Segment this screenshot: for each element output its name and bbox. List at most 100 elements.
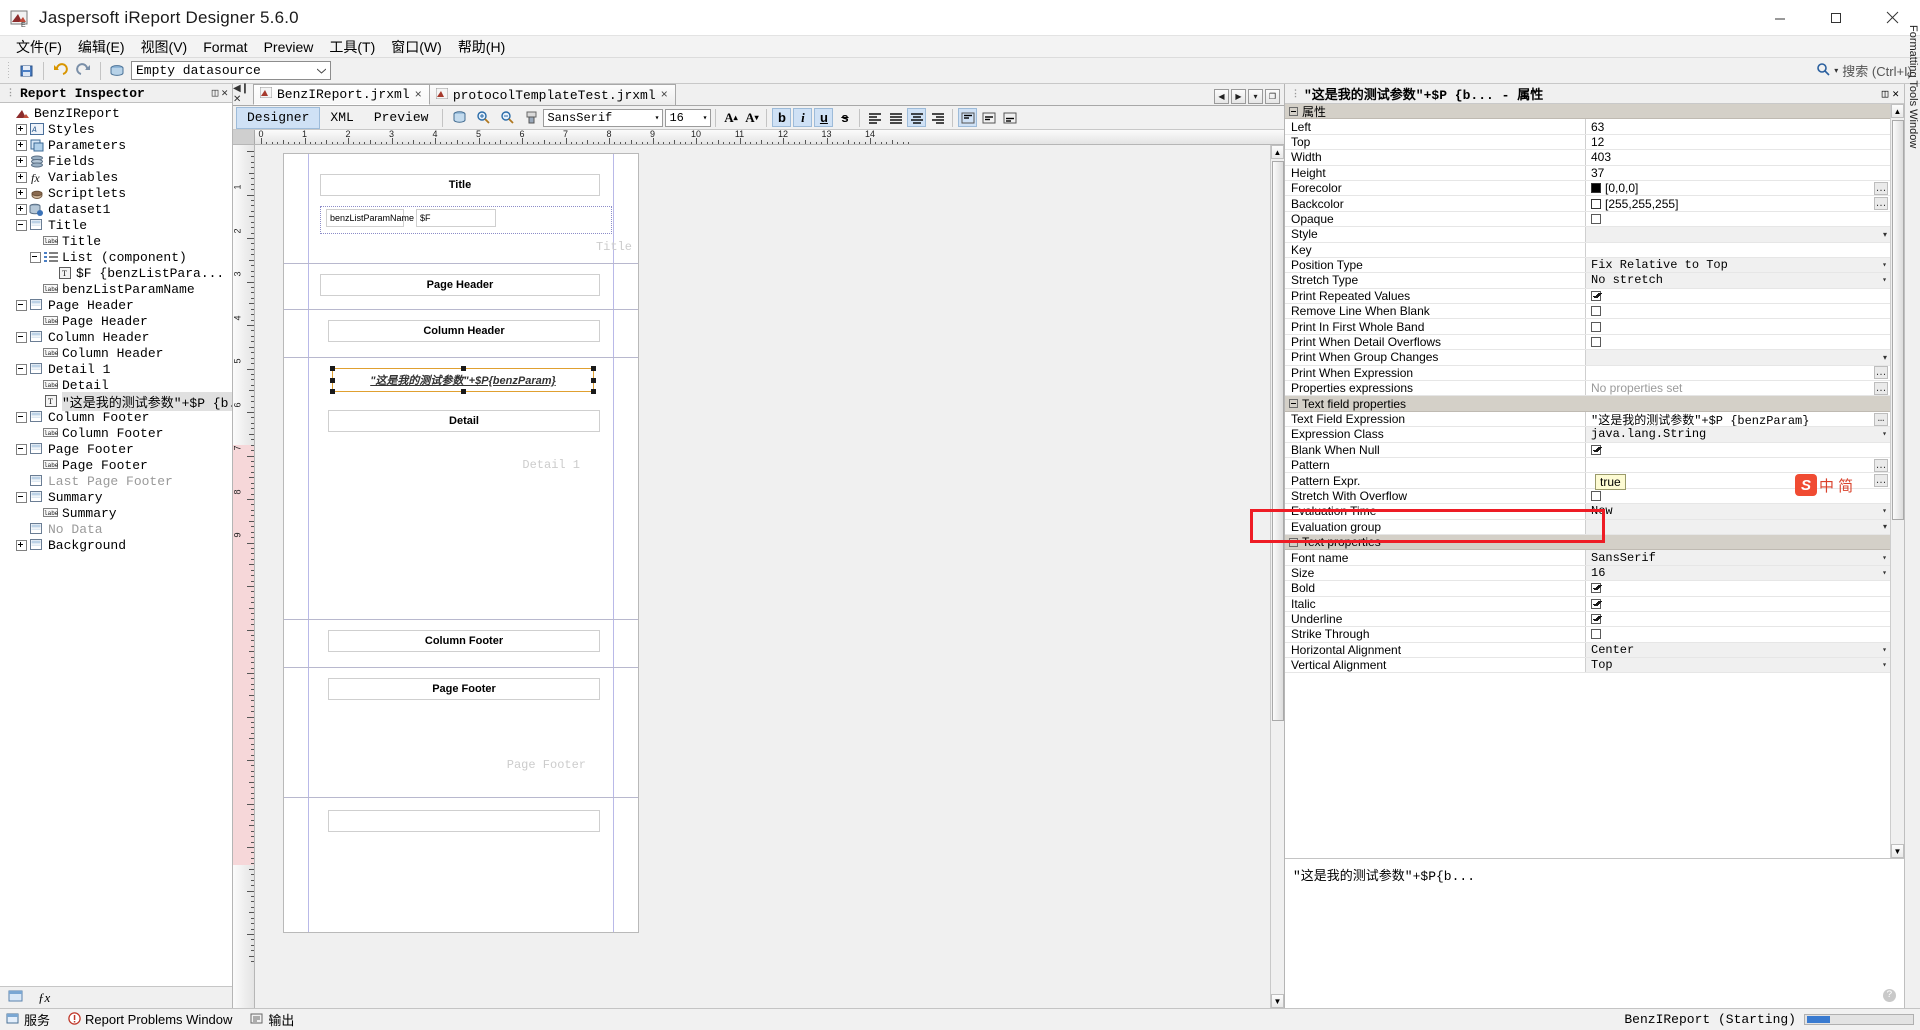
property-value[interactable]: … [1585, 457, 1890, 473]
status-services[interactable]: 服务 [6, 1010, 50, 1029]
element-column-header-label[interactable]: Column Header [328, 320, 600, 342]
search-box[interactable]: ▾ 搜索 (Ctrl+I) [1816, 61, 1912, 80]
property-row[interactable]: Opaque [1285, 211, 1890, 228]
tree-node[interactable]: Column Header [0, 329, 232, 345]
report-page[interactable]: Title Title benzListParamName $F Page He… [283, 153, 639, 933]
checkbox-unchecked-icon[interactable] [1591, 490, 1601, 501]
property-group-header[interactable]: Text properties [1285, 534, 1890, 551]
property-row[interactable]: Text Field Expression "这是我的测试参数"+$P {benz… [1285, 411, 1890, 428]
search-dropdown-icon[interactable]: ▾ [1834, 66, 1838, 75]
open-editor-button[interactable]: … [1874, 181, 1888, 195]
property-row[interactable]: Vertical Alignment Top ▾ [1285, 658, 1890, 674]
italic-icon[interactable]: i [793, 108, 813, 127]
property-value[interactable]: Center ▾ [1585, 642, 1890, 658]
checkbox-unchecked-icon[interactable] [1591, 306, 1601, 317]
ime-indicator[interactable]: S 中 简 [1795, 474, 1853, 496]
property-row[interactable]: Underline [1285, 611, 1890, 628]
panel-grip[interactable]: ⋮ [6, 88, 16, 98]
resize-handle-ne[interactable] [591, 366, 596, 371]
canvas-vertical-scrollbar[interactable]: ▲ ▼ [1270, 145, 1284, 1008]
element-detail-textfield-selected[interactable]: "这是我的测试参数"+$P{benzParam} [330, 366, 596, 394]
valign-bottom-icon[interactable] [1000, 108, 1019, 127]
chevron-down-icon[interactable]: ▾ [1882, 429, 1887, 439]
element-benzlistparamname-label[interactable]: benzListParamName [326, 209, 414, 227]
tree-node[interactable]: A Styles [0, 121, 232, 137]
property-row[interactable]: Size 16 ▾ [1285, 565, 1890, 582]
expand-icon[interactable] [16, 203, 27, 215]
resize-handle-se[interactable] [591, 389, 596, 394]
close-panel-icon[interactable]: ✕ [221, 86, 228, 100]
property-row[interactable]: Print When Detail Overflows [1285, 334, 1890, 351]
property-value[interactable] [1585, 319, 1890, 334]
collapse-icon[interactable] [16, 331, 27, 343]
band-column-footer[interactable]: Column Footer Column Footer [284, 620, 638, 668]
tab-preview[interactable]: Preview [364, 107, 439, 129]
chevron-down-icon[interactable]: ▾ [1882, 568, 1887, 578]
property-value[interactable]: java.lang.String ▾ [1585, 427, 1890, 442]
chevron-down-icon[interactable]: ▾ [1882, 506, 1887, 516]
tab-xml[interactable]: XML [320, 107, 363, 129]
minimize-properties-icon[interactable]: ◫ [1882, 87, 1889, 101]
property-row[interactable]: Font name SansSerif ▾ [1285, 550, 1890, 566]
band-detail-1[interactable]: Detail 1 "这是我的测试参数"+$P{benzParam} Detail [284, 358, 638, 620]
properties-scrollbar[interactable]: ▲ ▼ [1890, 104, 1904, 858]
checkbox-unchecked-icon[interactable] [1591, 629, 1601, 640]
zoom-in-icon[interactable] [472, 107, 494, 129]
color-swatch[interactable] [1591, 198, 1601, 209]
strikethrough-icon[interactable]: s [835, 108, 854, 127]
property-value[interactable]: ▾ [1585, 519, 1890, 534]
undo-icon[interactable] [49, 60, 71, 82]
property-value[interactable]: Now ▾ [1585, 504, 1890, 519]
search-input[interactable]: 搜索 (Ctrl+I) [1842, 61, 1912, 80]
property-row[interactable]: Height 37 [1285, 165, 1890, 181]
property-row[interactable]: Top 12 [1285, 134, 1890, 151]
property-value[interactable]: Top ▾ [1585, 658, 1890, 673]
datasource-combo[interactable]: Empty datasource [131, 61, 331, 80]
property-value[interactable]: ▾ [1585, 350, 1890, 365]
props-scroll-thumb[interactable] [1892, 120, 1904, 520]
props-scroll-down-icon[interactable]: ▼ [1891, 844, 1904, 858]
tree-node[interactable]: Parameters [0, 137, 232, 153]
format-painter-icon[interactable] [520, 107, 542, 129]
menu-file[interactable]: 文件(F) [8, 36, 70, 58]
collapse-icon[interactable] [16, 411, 27, 423]
checkbox-checked-icon[interactable] [1591, 598, 1601, 609]
property-value[interactable]: 403 [1585, 150, 1890, 165]
property-row[interactable]: Stretch Type No stretch ▾ [1285, 273, 1890, 289]
expand-icon[interactable] [16, 539, 27, 551]
element-title-label[interactable]: Title [320, 174, 600, 196]
tree-node[interactable]: BenzIReport [0, 105, 232, 121]
menu-preview[interactable]: Preview [256, 38, 322, 56]
property-row[interactable]: Properties expressions No properties set… [1285, 381, 1890, 397]
band-summary[interactable] [284, 798, 638, 838]
element-detail-label[interactable]: Detail [328, 410, 600, 432]
property-value[interactable] [1585, 211, 1890, 227]
increase-font-icon[interactable]: A ▴ [721, 108, 740, 127]
expand-icon[interactable] [16, 171, 27, 183]
design-canvas[interactable]: Title Title benzListParamName $F Page He… [255, 145, 1270, 1008]
tab-protocoltemplatetest[interactable]: protocolTemplateTest.jrxml × [428, 84, 676, 105]
property-row[interactable]: Bold [1285, 581, 1890, 597]
property-row[interactable]: Strike Through [1285, 627, 1890, 643]
checkbox-unchecked-icon[interactable] [1591, 321, 1601, 332]
property-value[interactable] [1585, 596, 1890, 611]
tree-node[interactable]: fx Variables [0, 169, 232, 185]
property-row[interactable]: Expression Class java.lang.String ▾ [1285, 427, 1890, 443]
open-editor-button[interactable]: … [1874, 412, 1888, 426]
tab-list-icon[interactable]: ▾ [1248, 89, 1263, 104]
open-editor-button[interactable]: … [1874, 197, 1888, 211]
chevron-down-icon[interactable]: ▾ [1883, 353, 1887, 362]
property-value[interactable] [1585, 304, 1890, 319]
scroll-up-icon[interactable]: ▲ [1271, 145, 1284, 159]
font-name-select[interactable]: SansSerif ▾ [543, 108, 664, 127]
tab-maximize-icon[interactable]: ❐ [1265, 89, 1280, 104]
property-row[interactable]: Print In First Whole Band [1285, 319, 1890, 335]
element-summary-label[interactable] [328, 810, 600, 832]
datasource-icon[interactable] [106, 60, 128, 82]
property-row[interactable]: Blank When Null [1285, 442, 1890, 458]
resize-handle-sw[interactable] [330, 389, 335, 394]
tree-node[interactable]: Fields [0, 153, 232, 169]
collapse-docs-icon[interactable]: ◀❙ ✕ [233, 83, 253, 105]
align-justify-icon[interactable] [886, 108, 905, 127]
tree-node[interactable]: List (component) [0, 249, 232, 265]
